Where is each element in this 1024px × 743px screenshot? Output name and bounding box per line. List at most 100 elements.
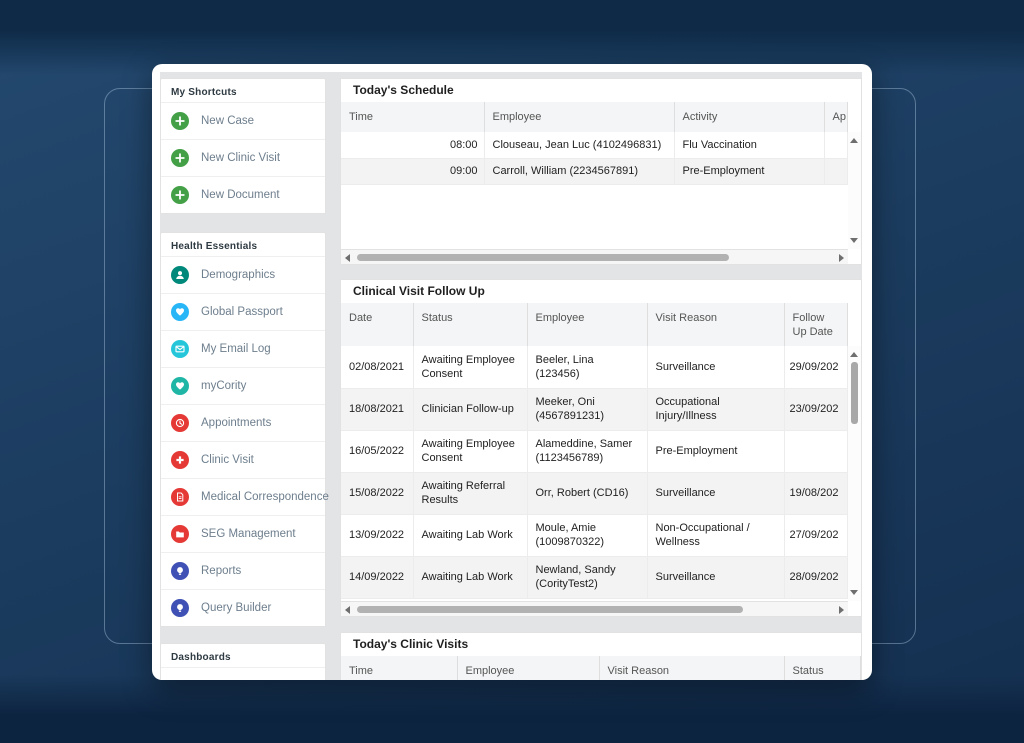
cell-appointment (824, 158, 848, 184)
scroll-thumb[interactable] (357, 606, 743, 613)
sidebar-item-appointments[interactable]: Appointments (161, 404, 325, 441)
cell-status: Awaiting Referral Results (413, 472, 527, 514)
document-icon (171, 488, 189, 506)
vertical-scrollbar[interactable] (848, 346, 861, 601)
sidebar-item-label: New Case (201, 115, 254, 127)
dashboard-main: Today's Schedule Time Employee Activity … (340, 72, 862, 680)
column-header-status[interactable]: Status (413, 303, 527, 346)
column-header-employee[interactable]: Employee (457, 656, 599, 680)
sidebar-section-my-shortcuts: My Shortcuts New Case New Clinic Visit (160, 78, 326, 214)
sidebar-item-health-essentials-dashboard[interactable]: Health Essentials (161, 667, 325, 680)
scroll-up-arrow[interactable] (850, 138, 858, 143)
sidebar-item-new-document[interactable]: New Document (161, 176, 325, 213)
cell-status: Awaiting Lab Work (413, 514, 527, 556)
scroll-right-arrow[interactable] (839, 606, 844, 614)
table-row[interactable]: 15/08/2022 Awaiting Referral Results Orr… (341, 472, 848, 514)
table-row[interactable]: 18/08/2021 Clinician Follow-up Meeker, O… (341, 388, 848, 430)
column-header-visit-reason[interactable]: Visit Reason (647, 303, 784, 346)
cell-employee: Alameddine, Samer (1123456789) (527, 430, 647, 472)
sidebar-section-health-essentials: Health Essentials Demographics Global Pa… (160, 232, 326, 627)
sidebar: My Shortcuts New Case New Clinic Visit (160, 72, 326, 680)
cell-employee: Orr, Robert (CD16) (527, 472, 647, 514)
sidebar-item-label: Reports (201, 565, 241, 577)
table-row[interactable]: 14/09/2022 Awaiting Lab Work Newland, Sa… (341, 556, 848, 598)
vertical-scrollbar[interactable] (848, 132, 861, 249)
medical-cross-icon (171, 451, 189, 469)
todays-schedule-panel: Today's Schedule Time Employee Activity … (340, 78, 862, 265)
scroll-right-arrow[interactable] (839, 254, 844, 262)
scroll-up-arrow[interactable] (850, 352, 858, 357)
panel-title: Today's Clinic Visits (341, 633, 861, 656)
horizontal-scrollbar[interactable] (341, 601, 848, 616)
table-row[interactable]: 08:00 Clouseau, Jean Luc (4102496831) Fl… (341, 132, 848, 158)
scroll-thumb[interactable] (357, 254, 729, 261)
scroll-left-arrow[interactable] (345, 254, 350, 262)
column-header-activity[interactable]: Activity (674, 102, 824, 132)
table-row[interactable]: 09:00 Carroll, William (2234567891) Pre-… (341, 158, 848, 184)
heart-icon (171, 377, 189, 395)
sidebar-item-label: Clinic Visit (201, 454, 254, 466)
cell-visit-reason: Surveillance (647, 472, 784, 514)
cell-follow-up-date: 19/08/202 (784, 472, 848, 514)
sidebar-item-my-email-log[interactable]: My Email Log (161, 330, 325, 367)
folder-icon (171, 525, 189, 543)
column-header-time[interactable]: Time (341, 102, 484, 132)
sidebar-item-label: Global Passport (201, 306, 283, 318)
table-row[interactable]: 02/08/2021 Awaiting Employee Consent Bee… (341, 346, 848, 388)
column-header-time[interactable]: Time (341, 656, 457, 680)
sidebar-item-new-case[interactable]: New Case (161, 102, 325, 139)
cell-date: 16/05/2022 (341, 430, 413, 472)
sidebar-item-label: SEG Management (201, 528, 296, 540)
sidebar-item-medical-correspondence[interactable]: Medical Correspondence (161, 478, 325, 515)
sidebar-item-mycority[interactable]: myCority (161, 367, 325, 404)
column-header-appointment[interactable]: Ap (824, 102, 848, 132)
column-header-visit-reason[interactable]: Visit Reason (599, 656, 784, 680)
sidebar-item-reports[interactable]: Reports (161, 552, 325, 589)
column-header-employee[interactable]: Employee (527, 303, 647, 346)
sidebar-item-query-builder[interactable]: Query Builder (161, 589, 325, 626)
sidebar-item-global-passport[interactable]: Global Passport (161, 293, 325, 330)
scroll-left-arrow[interactable] (345, 606, 350, 614)
sidebar-item-new-clinic-visit[interactable]: New Clinic Visit (161, 139, 325, 176)
column-header-follow-up-date[interactable]: Follow Up Date (784, 303, 848, 346)
cell-date: 13/09/2022 (341, 514, 413, 556)
scroll-thumb[interactable] (851, 362, 858, 424)
sidebar-item-seg-management[interactable]: SEG Management (161, 515, 325, 552)
sidebar-item-label: New Document (201, 189, 280, 201)
column-header-status[interactable]: Status (784, 656, 861, 680)
cell-status: Awaiting Lab Work (413, 556, 527, 598)
sidebar-section-title: Dashboards (161, 644, 325, 667)
plus-icon (171, 186, 189, 204)
table-row[interactable]: 16/05/2022 Awaiting Employee Consent Ala… (341, 430, 848, 472)
clinical-visit-follow-up-panel: Clinical Visit Follow Up Date Status Emp… (340, 279, 862, 617)
cell-follow-up-date (784, 430, 848, 472)
column-header-date[interactable]: Date (341, 303, 413, 346)
sidebar-item-clinic-visit[interactable]: Clinic Visit (161, 441, 325, 478)
cell-visit-reason: Non-Occupational / Wellness (647, 514, 784, 556)
sidebar-item-demographics[interactable]: Demographics (161, 256, 325, 293)
table-row[interactable]: 13/09/2022 Awaiting Lab Work Moule, Amie… (341, 514, 848, 556)
cell-employee: Carroll, William (2234567891) (484, 158, 674, 184)
clock-icon (171, 414, 189, 432)
sidebar-section-dashboards: Dashboards Health Essentials (160, 643, 326, 680)
cell-date: 18/08/2021 (341, 388, 413, 430)
desktop-background: My Shortcuts New Case New Clinic Visit (0, 0, 1024, 743)
cell-follow-up-date: 23/09/202 (784, 388, 848, 430)
clinical-visit-header: Date Status Employee Visit Reason Follow… (341, 303, 848, 347)
cell-status: Clinician Follow-up (413, 388, 527, 430)
todays-schedule-header: Time Employee Activity Ap (341, 102, 848, 133)
cell-visit-reason: Surveillance (647, 556, 784, 598)
sidebar-item-label: myCority (201, 380, 246, 392)
sidebar-item-label: Appointments (201, 417, 271, 429)
todays-clinic-visits-header: Time Employee Visit Reason Status (341, 656, 861, 680)
scroll-down-arrow[interactable] (850, 590, 858, 595)
column-header-employee[interactable]: Employee (484, 102, 674, 132)
cell-appointment (824, 132, 848, 158)
lightbulb-icon (171, 562, 189, 580)
horizontal-scrollbar[interactable] (341, 249, 848, 264)
scroll-down-arrow[interactable] (850, 238, 858, 243)
sidebar-item-label: Medical Correspondence (201, 491, 329, 503)
cell-status: Awaiting Employee Consent (413, 346, 527, 388)
sidebar-item-label: My Email Log (201, 343, 271, 355)
panel-title: Clinical Visit Follow Up (341, 280, 861, 303)
